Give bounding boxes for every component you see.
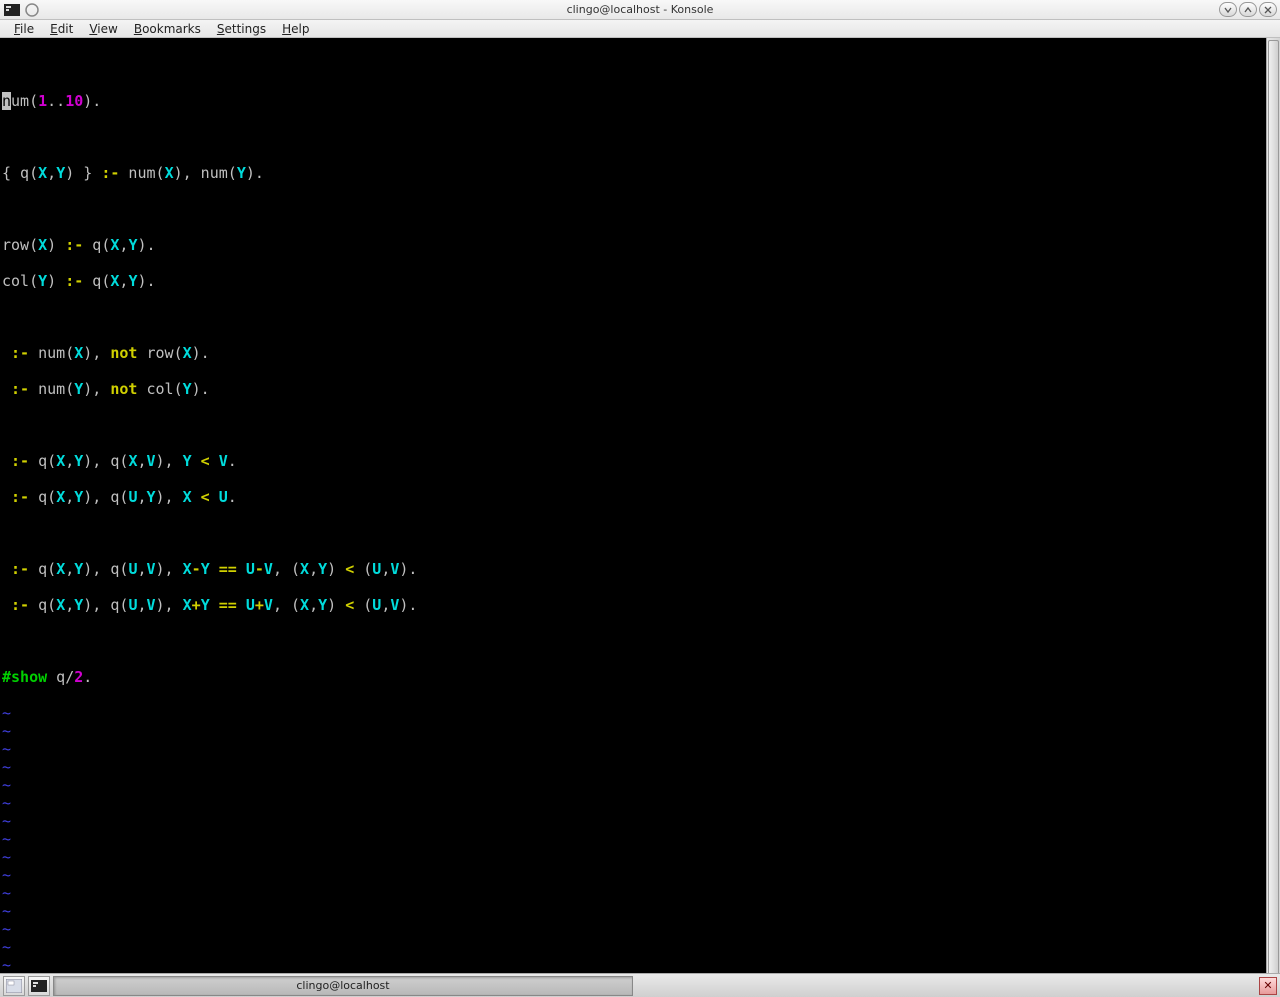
taskbar-button-konsole[interactable]: clingo@localhost xyxy=(53,976,633,996)
taskbar: clingo@localhost ✕ xyxy=(0,973,1280,997)
app-icon xyxy=(4,3,20,17)
menu-view[interactable]: View xyxy=(81,21,125,37)
cursor: n xyxy=(2,92,11,110)
menubar: File Edit View Bookmarks Settings Help xyxy=(0,20,1280,38)
window-titlebar: clingo@localhost - Konsole xyxy=(0,0,1280,20)
taskbar-button-label: clingo@localhost xyxy=(296,979,389,992)
session-icon xyxy=(24,3,40,17)
menu-help[interactable]: Help xyxy=(274,21,317,37)
minimize-button[interactable] xyxy=(1219,2,1237,17)
menu-bookmarks[interactable]: Bookmarks xyxy=(126,21,209,37)
close-button[interactable] xyxy=(1259,2,1277,17)
panel-close-icon[interactable]: ✕ xyxy=(1259,977,1277,995)
menu-file[interactable]: File xyxy=(6,21,42,37)
terminal-scrollbar[interactable] xyxy=(1266,38,1280,973)
terminal[interactable]: num(1..10). { q(X,Y) } :- num(X), num(Y)… xyxy=(0,38,1280,973)
menu-edit[interactable]: Edit xyxy=(42,21,81,37)
scrollbar-thumb[interactable] xyxy=(1268,40,1279,973)
konsole-tray-icon[interactable] xyxy=(28,976,50,996)
desktop-pager[interactable] xyxy=(3,976,25,996)
window-title: clingo@localhost - Konsole xyxy=(0,3,1280,16)
menu-settings[interactable]: Settings xyxy=(209,21,274,37)
maximize-button[interactable] xyxy=(1239,2,1257,17)
terminal-content: num(1..10). { q(X,Y) } :- num(X), num(Y)… xyxy=(0,74,1280,973)
